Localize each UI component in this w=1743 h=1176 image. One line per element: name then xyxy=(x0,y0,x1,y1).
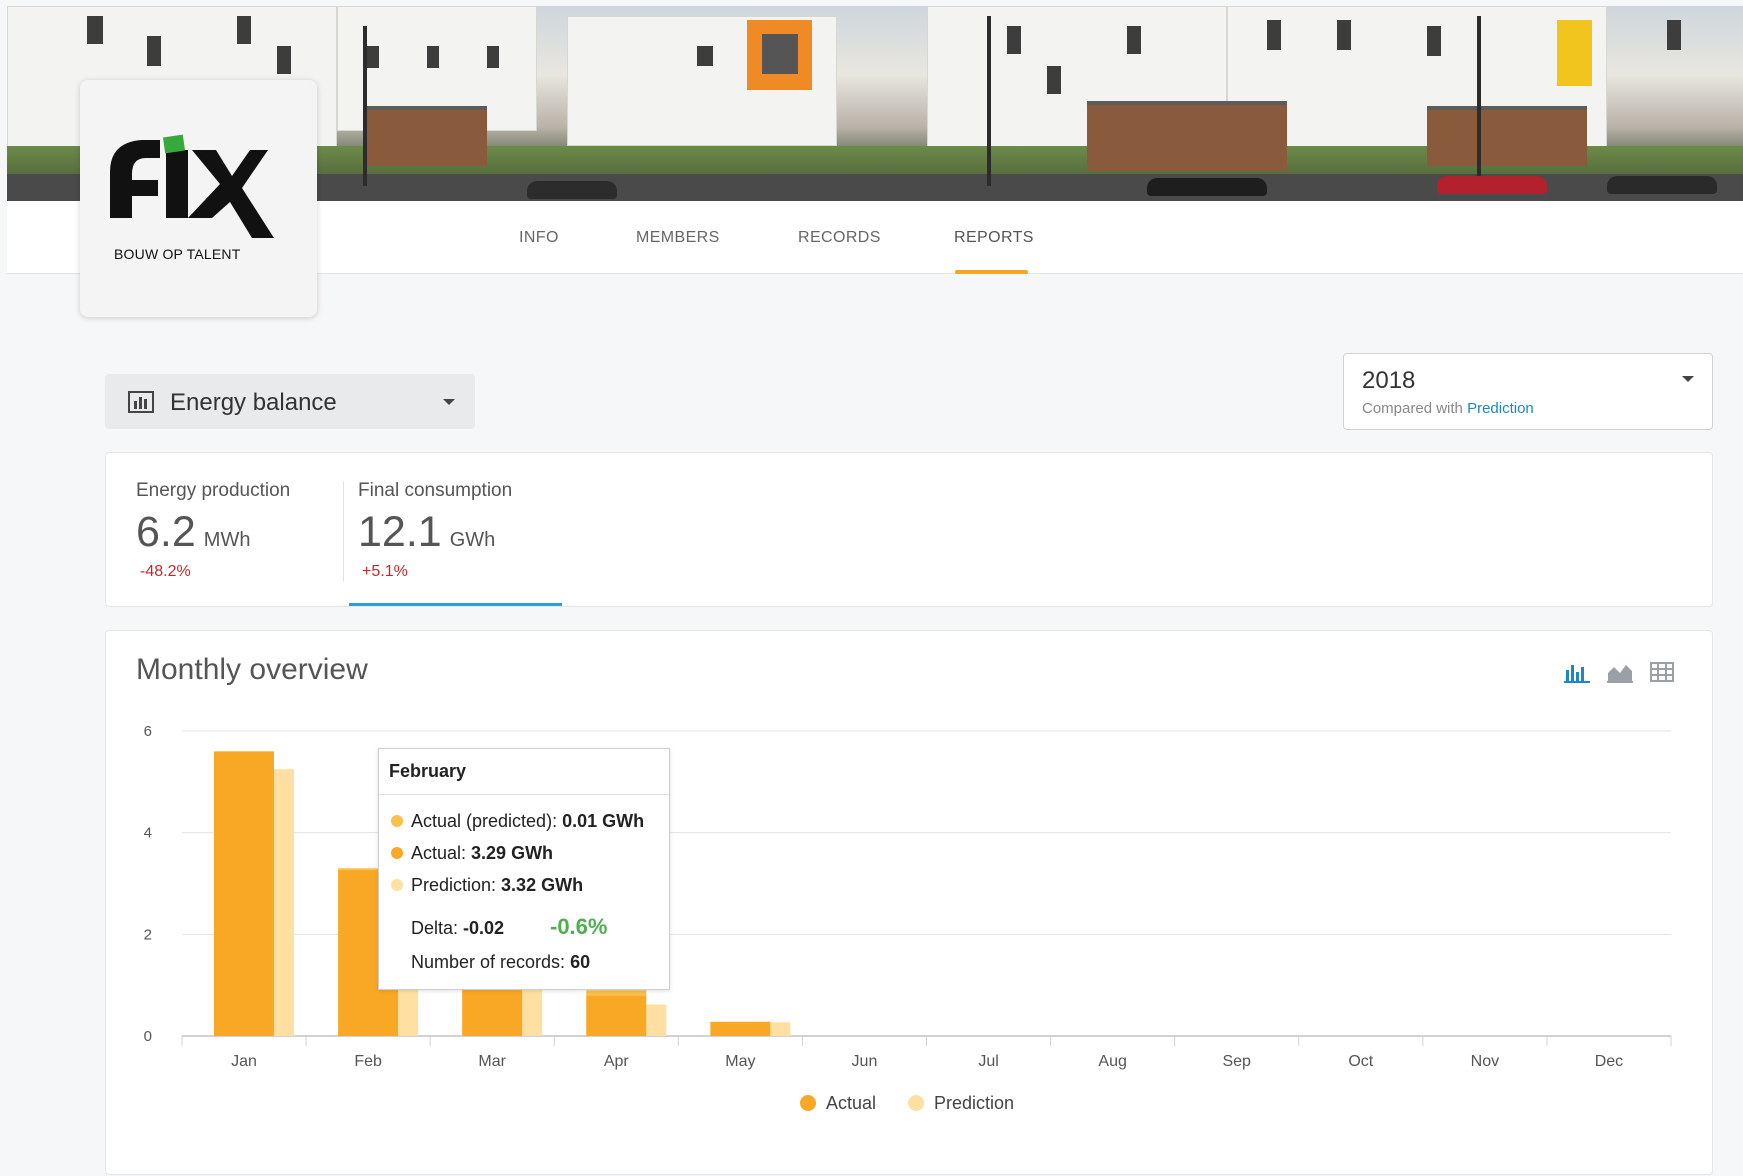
app-root: INFO MEMBERS RECORDS REPORTS BOUW OP TAL… xyxy=(0,0,1743,1175)
active-kpi-indicator xyxy=(349,603,562,606)
selected-year: 2018 xyxy=(1362,367,1416,394)
x-tick-label: Nov xyxy=(1471,1053,1499,1070)
x-tick-label: Oct xyxy=(1348,1053,1373,1070)
kpi-title: Final consumption xyxy=(358,480,513,501)
legend-item-actual[interactable]: Actual xyxy=(800,1093,876,1114)
report-type-label: Energy balance xyxy=(170,389,337,416)
x-tick-label: Aug xyxy=(1098,1053,1126,1070)
legend-swatch-prediction xyxy=(908,1095,924,1111)
x-tick-label: Mar xyxy=(478,1053,506,1070)
kpi-title: Energy production xyxy=(136,480,291,501)
tab-records[interactable]: RECORDS xyxy=(798,229,881,247)
legend-item-prediction[interactable]: Prediction xyxy=(908,1093,1014,1114)
fix-logo-mark xyxy=(110,134,274,238)
kpi-value: 6.2 MWh xyxy=(136,508,251,556)
y-tick-label: 2 xyxy=(144,926,152,943)
y-tick-label: 4 xyxy=(144,825,152,842)
tooltip-title: February xyxy=(389,761,467,781)
x-tick-label: Sep xyxy=(1222,1053,1251,1070)
bar-prediction xyxy=(274,769,294,1036)
x-tick-label: Feb xyxy=(354,1053,382,1070)
kpi-delta: -48.2% xyxy=(140,563,191,580)
tooltip-divider xyxy=(379,794,669,795)
x-tick-label: May xyxy=(725,1053,755,1070)
bar-actual xyxy=(710,1021,771,1036)
bar-actual xyxy=(214,751,274,1036)
bar-prediction xyxy=(770,1022,791,1036)
organization-logo: BOUW OP TALENT xyxy=(80,80,317,317)
x-tick-label: Jul xyxy=(978,1053,998,1070)
report-type-select[interactable]: Energy balance xyxy=(105,374,475,429)
y-tick-label: 6 xyxy=(144,723,152,740)
chart-tooltip: February Actual (predicted): 0.01 GWh Ac… xyxy=(378,748,670,990)
tooltip-delta-percent: -0.6% xyxy=(550,914,608,939)
tooltip-records: Number of records: 60 xyxy=(411,952,591,972)
legend-swatch-actual xyxy=(800,1095,816,1111)
tab-reports[interactable]: REPORTS xyxy=(954,229,1034,247)
x-tick-label: Apr xyxy=(604,1053,630,1070)
chevron-down-icon xyxy=(443,399,455,405)
tab-members[interactable]: MEMBERS xyxy=(636,229,720,247)
logo-tagline: BOUW OP TALENT xyxy=(114,246,241,262)
tab-info[interactable]: INFO xyxy=(519,229,559,247)
tooltip-delta: Delta: -0.02 xyxy=(411,918,505,938)
kpi-unit: MWh xyxy=(203,529,251,551)
kpi-energy-production[interactable]: Energy production 6.2 MWh -48.2% xyxy=(106,453,343,608)
comparison-label: Compared with Prediction xyxy=(1362,400,1534,417)
bar-actual-predicted xyxy=(586,990,647,996)
kpi-unit: GWh xyxy=(449,529,496,551)
tooltip-row-actual: Actual: 3.29 GWh xyxy=(391,843,553,864)
year-select[interactable]: 2018 Compared with Prediction xyxy=(1343,353,1713,430)
x-tick-label: Jun xyxy=(852,1053,878,1070)
chevron-down-icon xyxy=(1682,376,1694,382)
active-tab-indicator xyxy=(955,270,1028,274)
tooltip-row-actual-predicted: Actual (predicted): 0.01 GWh xyxy=(391,811,644,832)
comparison-link[interactable]: Prediction xyxy=(1467,400,1534,417)
tooltip-row-prediction: Prediction: 3.32 GWh xyxy=(391,875,583,896)
x-tick-label: Jan xyxy=(231,1053,257,1070)
kpi-final-consumption[interactable]: Final consumption 12.1 GWh +5.1% xyxy=(328,453,568,608)
bar-prediction xyxy=(646,1004,667,1036)
bar-actual xyxy=(586,995,647,1036)
y-tick-label: 0 xyxy=(144,1028,152,1045)
kpi-card: Energy production 6.2 MWh -48.2% Final co… xyxy=(105,452,1713,607)
kpi-value: 12.1 GWh xyxy=(358,508,496,556)
bar-chart-icon xyxy=(128,391,154,418)
kpi-delta: +5.1% xyxy=(362,563,408,580)
x-tick-label: Dec xyxy=(1595,1053,1623,1070)
